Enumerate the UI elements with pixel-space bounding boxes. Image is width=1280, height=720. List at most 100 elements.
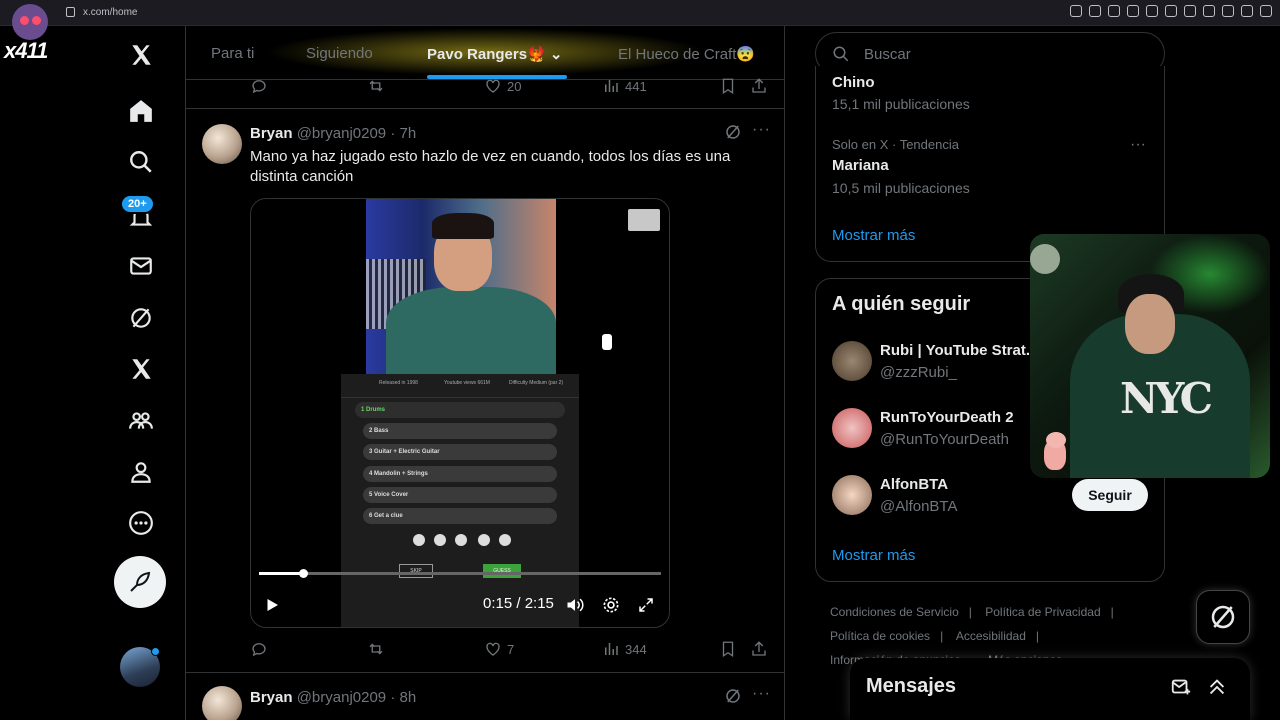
play-icon (267, 599, 278, 611)
share-icon (752, 641, 766, 656)
grok-icon[interactable] (724, 123, 742, 141)
user-name[interactable]: RunToYourDeath 2 (880, 409, 1040, 426)
messages-drawer[interactable]: Mensajes (850, 658, 1250, 720)
profile-icon[interactable] (120, 451, 162, 493)
views-button[interactable]: 441 (602, 77, 647, 95)
address-bar[interactable]: x.com/home (83, 7, 137, 18)
share-button[interactable] (750, 640, 768, 658)
show-more-follow-link[interactable]: Mostrar más (832, 547, 915, 564)
tweet[interactable]: Bryan @bryanj0209 · 7h ··· Mano ya haz j… (186, 108, 784, 672)
vpn-icon[interactable] (1146, 5, 1158, 17)
mascot-face (12, 4, 48, 40)
footer-link[interactable]: Política de cookies (830, 629, 930, 643)
tweet-author[interactable]: Bryan @bryanj0209 · 8h (250, 689, 416, 706)
explore-search-icon[interactable] (120, 141, 162, 183)
more-options-icon[interactable] (120, 502, 162, 544)
chevron-up-double-icon[interactable] (1206, 676, 1228, 698)
video-progress-bar[interactable] (259, 569, 661, 578)
account-avatar[interactable] (120, 647, 160, 687)
settings-button[interactable] (601, 595, 621, 615)
tweet-author-name: Bryan (250, 125, 293, 142)
repost-button[interactable] (367, 640, 385, 658)
heart-icon[interactable] (1184, 5, 1196, 17)
user-name[interactable]: AlfonBTA (880, 476, 1040, 493)
home-icon[interactable] (120, 90, 162, 132)
bookmark-icon[interactable] (1108, 5, 1120, 17)
game-control (478, 534, 490, 546)
tweet-author-avatar[interactable] (202, 124, 242, 164)
views-button[interactable]: 344 (602, 640, 647, 658)
game-guess-label: GUESS (483, 564, 521, 578)
footer-link[interactable]: Condiciones de Servicio (830, 605, 959, 619)
like-button[interactable]: 7 (484, 640, 514, 658)
more-options-icon[interactable]: ··· (752, 121, 771, 139)
volume-button[interactable] (565, 595, 585, 615)
pin-icon[interactable] (1089, 5, 1101, 17)
new-message-icon[interactable] (1170, 676, 1192, 698)
like-button[interactable]: 20 (484, 77, 521, 95)
wallet-icon[interactable] (1222, 5, 1234, 17)
video-progress-knob[interactable] (299, 569, 309, 578)
tweet-author[interactable]: Bryan @bryanj0209 · 7h (250, 125, 416, 142)
feather-icon (130, 571, 151, 592)
trend-name[interactable]: Chino (832, 74, 875, 91)
more-options-icon[interactable]: ··· (752, 685, 771, 703)
bookmark-button[interactable] (719, 77, 737, 95)
tweet-text: Mano ya haz jugado esto hazlo de vez en … (250, 148, 731, 185)
tweet-author-avatar[interactable] (202, 686, 242, 720)
video-progress-fill (259, 572, 304, 575)
tab-para-ti[interactable]: Para ti (211, 45, 254, 62)
trend-name[interactable]: Mariana (832, 157, 889, 174)
grok-icon[interactable] (120, 297, 162, 339)
user-avatar[interactable] (832, 341, 872, 381)
grok-icon[interactable] (724, 687, 742, 705)
footer-link[interactable]: Accesibilidad (956, 629, 1026, 643)
game-header-views: Youtube views 661M (444, 380, 490, 386)
tab-siguiendo[interactable]: Siguiendo (306, 45, 373, 62)
game-screen: Released in 1998 Youtube views 661M Diff… (341, 374, 579, 627)
extensions-icon[interactable] (1203, 5, 1215, 17)
messages-title: Mensajes (866, 675, 957, 697)
game-row: 2 Bass (363, 423, 557, 439)
reply-button[interactable] (250, 640, 268, 658)
like-count: 20 (507, 78, 522, 94)
mascot-eye (32, 16, 41, 25)
play-button[interactable] (263, 595, 281, 615)
x-logo-icon[interactable] (120, 34, 162, 76)
communities-icon[interactable] (120, 400, 162, 442)
shield-icon[interactable] (1127, 5, 1139, 17)
trend-more-icon[interactable]: ··· (1130, 136, 1146, 154)
game-control (434, 534, 446, 546)
fullscreen-button[interactable] (637, 595, 655, 615)
repost-button[interactable] (367, 77, 385, 95)
grok-floating-button[interactable] (1196, 590, 1250, 644)
repost-icon (369, 80, 383, 92)
trends-card: Chino 15,1 mil publicaciones Solo en X ·… (815, 66, 1165, 262)
reply-button[interactable] (250, 77, 268, 95)
download-icon[interactable] (1241, 5, 1253, 17)
bookmark-button[interactable] (719, 640, 737, 658)
show-more-trends-link[interactable]: Mostrar más (832, 227, 915, 244)
share-icon (752, 78, 766, 93)
download-icon[interactable] (628, 209, 660, 231)
play-icon[interactable] (1165, 5, 1177, 17)
video-player[interactable]: Released in 1998 Youtube views 661M Diff… (250, 198, 670, 628)
streamer-face (1125, 294, 1175, 354)
user-avatar[interactable] (832, 475, 872, 515)
user-avatar[interactable] (832, 408, 872, 448)
follow-button[interactable]: Seguir (1072, 479, 1148, 511)
person-hair (432, 213, 494, 239)
tab-pavo-rangers[interactable]: Pavo Rangers🐦‍🔥 ⌄ (427, 45, 562, 63)
hoodie-logo: NYC (1120, 374, 1213, 423)
tab-el-hueco-de-craft[interactable]: El Hueco de Craft😨 (618, 45, 755, 63)
premium-x-icon[interactable] (120, 348, 162, 390)
zoom-icon[interactable] (1070, 5, 1082, 17)
messages-envelope-icon[interactable] (120, 245, 162, 287)
heart-icon (486, 642, 500, 656)
compose-post-button[interactable] (114, 556, 166, 608)
user-name[interactable]: Rubi | YouTube Strat... (880, 342, 1040, 359)
footer-link[interactable]: Política de Privacidad (985, 605, 1100, 619)
tweet[interactable]: Bryan @bryanj0209 · 8h ··· (186, 672, 784, 720)
menu-icon[interactable] (1260, 5, 1272, 17)
share-button[interactable] (750, 77, 768, 95)
